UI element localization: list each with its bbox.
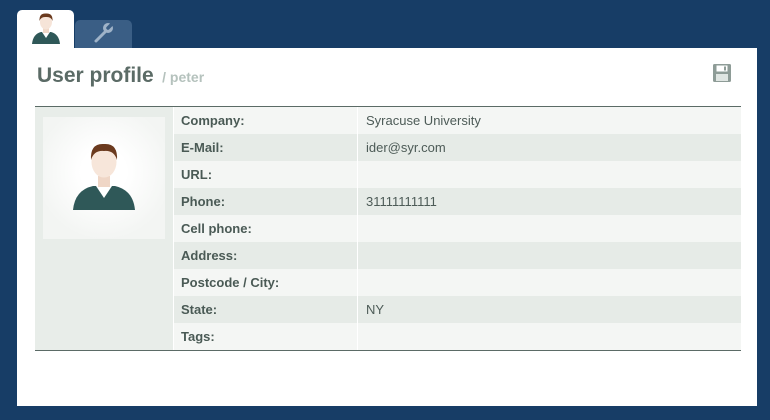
user-icon <box>29 10 63 49</box>
tab-settings[interactable] <box>75 19 132 49</box>
field-value <box>358 215 741 242</box>
page-title: User profile <box>37 64 154 87</box>
field-label: Postcode / City: <box>174 269 358 296</box>
field-value <box>358 242 741 269</box>
field-value <box>358 161 741 188</box>
field-value <box>358 323 741 350</box>
field-label: URL: <box>174 161 358 188</box>
field-row-tags: Tags: <box>174 323 741 350</box>
avatar <box>43 117 165 239</box>
field-row-company: Company: Syracuse University <box>174 107 741 134</box>
profile-panel: User profile / peter Company: Syracuse U… <box>17 48 757 406</box>
field-row-url: URL: <box>174 161 741 188</box>
field-label: State: <box>174 296 358 323</box>
field-value: Syracuse University <box>366 113 481 128</box>
tab-profile[interactable] <box>17 10 74 48</box>
field-value: NY <box>366 302 385 317</box>
save-button[interactable] <box>711 63 733 88</box>
page-header: User profile / peter <box>37 64 204 88</box>
field-label: Tags: <box>174 323 358 350</box>
avatar-cell <box>35 107 174 350</box>
wrench-icon <box>92 19 116 49</box>
field-row-cell-phone: Cell phone: <box>174 215 741 242</box>
page-subtitle: / peter <box>162 69 205 85</box>
field-label: Address: <box>174 242 358 269</box>
field-row-address: Address: <box>174 242 741 269</box>
field-value: 31111111111 <box>366 194 437 209</box>
profile-fields: Company: Syracuse University E-Mail: ide… <box>174 107 741 350</box>
field-label: E-Mail: <box>174 134 358 161</box>
field-label: Company: <box>174 107 358 134</box>
field-value <box>358 269 741 296</box>
field-label: Phone: <box>174 188 358 215</box>
field-row-postcode-city: Postcode / City: <box>174 269 741 296</box>
field-row-phone: Phone: 31111111111 <box>174 188 741 215</box>
field-value: ider@syr.com <box>366 140 446 155</box>
field-label: Cell phone: <box>174 215 358 242</box>
save-icon <box>712 63 732 88</box>
field-row-email: E-Mail: ider@syr.com <box>174 134 741 161</box>
user-avatar-icon <box>69 138 139 219</box>
field-row-state: State: NY <box>174 296 741 323</box>
profile-table: Company: Syracuse University E-Mail: ide… <box>35 106 741 351</box>
